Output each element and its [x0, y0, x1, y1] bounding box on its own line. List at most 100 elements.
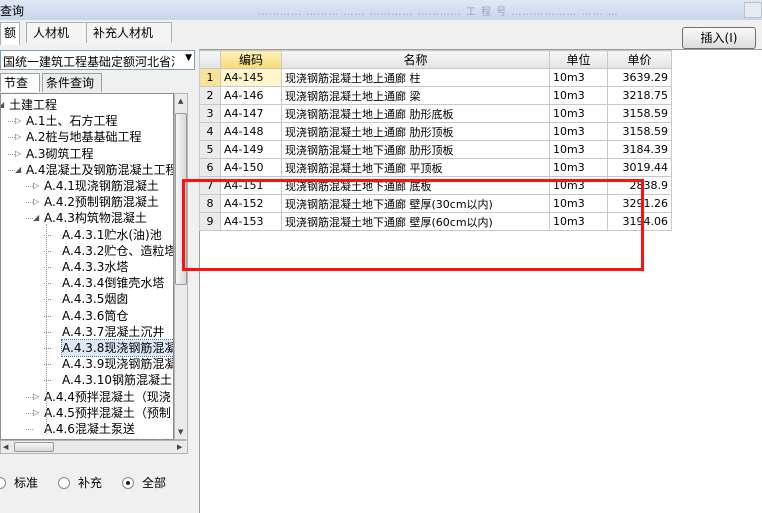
tree-expanded-icon[interactable]: ◢	[15, 162, 24, 178]
radio-supplementary-circle[interactable]	[58, 477, 70, 489]
tab-labor-material-machine[interactable]: 人材机	[26, 22, 88, 43]
tab-supplementary-labor-material-machine[interactable]: 补充人材机	[86, 22, 172, 43]
cell-unit[interactable]: 10m3	[549, 140, 608, 159]
scroll-left-arrow-icon[interactable]: ◀	[3, 443, 8, 451]
tree-collapsed-icon[interactable]: ▷	[15, 146, 24, 162]
cell-row-number: 5	[199, 140, 221, 159]
tab-chapter-query[interactable]: 节查询	[0, 73, 40, 108]
table-row[interactable]: 1 A4-145 现浇钢筋混凝土地上通廊 柱 10m3 3639.29	[199, 68, 672, 87]
tree-collapsed-icon[interactable]: ▷	[33, 389, 42, 405]
tree-node[interactable]: A.4.2预制钢筋混凝土	[44, 194, 159, 210]
tree-node[interactable]: A.4.6混凝土泵送	[44, 421, 135, 437]
table-header-row: 编码 名称 单位 单价	[199, 50, 672, 69]
table-row[interactable]: 5 A4-149 现浇钢筋混凝土地下通廊 肋形顶板 10m3 3184.39	[199, 140, 672, 159]
tree-node[interactable]: A.4.3构筑物混凝土	[44, 210, 147, 226]
tree-node[interactable]: A.1土、石方工程	[26, 113, 117, 129]
insert-button[interactable]: 插入(I)	[682, 27, 756, 49]
cell-unit[interactable]: 10m3	[549, 68, 608, 87]
col-header-name[interactable]: 名称	[281, 50, 550, 69]
tree-connector	[8, 153, 15, 155]
cell-code[interactable]: A4-147	[220, 104, 282, 123]
tree-node[interactable]: A.4.3.3水塔	[62, 259, 128, 275]
tree-node[interactable]: A.2桩与地基基础工程	[26, 129, 141, 145]
cell-name[interactable]: 现浇钢筋混凝土地上通廊 梁	[281, 86, 550, 105]
tree-node[interactable]: 土建工程	[9, 97, 57, 113]
cell-price[interactable]: 3158.59	[607, 104, 672, 123]
tree-collapsed-icon[interactable]: ▷	[33, 178, 42, 194]
cell-name[interactable]: 现浇钢筋混凝土地下通廊 肋形顶板	[281, 140, 550, 159]
table-row[interactable]: 3 A4-147 现浇钢筋混凝土地上通廊 肋形底板 10m3 3158.59	[199, 104, 672, 123]
cell-row-number: 6	[199, 158, 221, 177]
radio-standard[interactable]: 标准	[0, 475, 40, 491]
tree-collapsed-icon[interactable]: ▷	[33, 405, 42, 421]
radio-all-dot	[126, 481, 130, 485]
cell-price[interactable]: 3158.59	[607, 122, 672, 141]
close-box[interactable]	[744, 2, 762, 18]
radio-standard-circle[interactable]	[0, 477, 6, 489]
cell-name[interactable]: 现浇钢筋混凝土地上通廊 柱	[281, 68, 550, 87]
cell-code[interactable]: A4-148	[220, 122, 282, 141]
tree-node[interactable]: A.4.3.7混凝土沉井	[62, 324, 164, 340]
cell-price[interactable]: 3218.75	[607, 86, 672, 105]
chevron-down-icon[interactable]: ▼	[185, 53, 192, 63]
tree-expanded-icon[interactable]: ◢	[1, 97, 7, 113]
tree-node[interactable]: A.4.3.5烟囱	[62, 291, 128, 307]
tree-node[interactable]: A.4.3.9现浇钢筋混凝	[62, 356, 173, 372]
scroll-right-arrow-icon[interactable]: ▶	[177, 443, 182, 451]
tree-expanded-icon[interactable]: ◢	[33, 210, 42, 226]
radio-standard-label: 标准	[14, 476, 39, 490]
tab-condition-query[interactable]: 条件查询	[42, 73, 102, 92]
cell-unit[interactable]: 10m3	[549, 122, 608, 141]
cell-price[interactable]: 3639.29	[607, 68, 672, 87]
cell-code[interactable]: A4-149	[220, 140, 282, 159]
tree-node[interactable]: A.4.3.8现浇钢筋混凝	[60, 339, 173, 357]
tree-collapsed-icon[interactable]: ▷	[33, 194, 42, 210]
cell-price[interactable]: 3184.39	[607, 140, 672, 159]
radio-all-circle[interactable]	[122, 477, 134, 489]
radio-all[interactable]: 全部	[122, 475, 172, 491]
cell-name[interactable]: 现浇钢筋混凝土地上通廊 肋形顶板	[281, 122, 550, 141]
tree-node[interactable]: A.4.5预拌混凝土（预制	[44, 405, 171, 421]
tree-node[interactable]: A.4混凝土及钢筋混凝土工程	[26, 162, 173, 178]
tree-connector	[8, 137, 15, 139]
tree-connector	[26, 396, 33, 398]
cell-name[interactable]: 现浇钢筋混凝土地上通廊 肋形底板	[281, 104, 550, 123]
cell-name[interactable]: 现浇钢筋混凝土地下通廊 平顶板	[281, 158, 550, 177]
cell-code[interactable]: A4-145	[220, 68, 282, 87]
tree-node[interactable]: A.4.3.1贮水(油)池	[62, 227, 162, 243]
radio-all-label: 全部	[142, 476, 167, 490]
quota-library-select[interactable]: 国统一建筑工程基础定额河北省消 ▼	[0, 50, 195, 70]
table-row[interactable]: 2 A4-146 现浇钢筋混凝土地上通廊 梁 10m3 3218.75	[199, 86, 672, 105]
tree-node[interactable]: A.4.4预拌混凝土（现浇	[44, 389, 171, 405]
tree-collapsed-icon[interactable]: ▷	[15, 129, 24, 145]
cell-code[interactable]: A4-146	[220, 86, 282, 105]
cell-code[interactable]: A4-150	[220, 158, 282, 177]
tree-node[interactable]: A.4.3.6筒仓	[62, 308, 128, 324]
tree-collapsed-icon[interactable]: ▷	[15, 113, 24, 129]
tab-quota[interactable]: 额	[0, 22, 20, 45]
cell-row-number: 1	[199, 68, 221, 87]
cell-row-number: 2	[199, 86, 221, 105]
chapter-tree[interactable]: ◢土建工程▷A.1土、石方工程▷A.2桩与地基基础工程▷A.3砌筑工程◢A.4混…	[0, 93, 174, 440]
tree-node[interactable]: A.4.1现浇钢筋混凝土	[44, 178, 159, 194]
cell-unit[interactable]: 10m3	[549, 104, 608, 123]
cell-unit[interactable]: 10m3	[549, 158, 608, 177]
cell-unit[interactable]: 10m3	[549, 86, 608, 105]
cell-price[interactable]: 3019.44	[607, 158, 672, 177]
tree-horizontal-scroll-thumb[interactable]	[14, 442, 54, 452]
table-row[interactable]: 4 A4-148 现浇钢筋混凝土地上通廊 肋形顶板 10m3 3158.59	[199, 122, 672, 141]
table-row[interactable]: 6 A4-150 现浇钢筋混凝土地下通廊 平顶板 10m3 3019.44	[199, 158, 672, 177]
col-header-rownum	[199, 50, 221, 69]
col-header-unit[interactable]: 单位	[549, 50, 608, 69]
col-header-code[interactable]: 编码	[220, 50, 282, 69]
tree-node[interactable]: A.4.3.2贮仓、造粒塔	[62, 243, 173, 259]
tree-connector	[26, 186, 33, 187]
tree-node[interactable]: A.4.3.10钢筋混凝土	[62, 372, 172, 388]
tree-node[interactable]: A.4.3.4倒锥壳水塔	[62, 275, 164, 291]
quota-library-select-value: 国统一建筑工程基础定额河北省消	[3, 55, 175, 69]
tree-node[interactable]: A.3砌筑工程	[26, 146, 93, 162]
scroll-down-arrow-icon[interactable]: ▼	[178, 428, 183, 436]
radio-supplementary[interactable]: 补充	[58, 475, 106, 491]
col-header-price[interactable]: 单价	[607, 50, 672, 69]
scroll-up-arrow-icon[interactable]: ▲	[178, 97, 183, 105]
